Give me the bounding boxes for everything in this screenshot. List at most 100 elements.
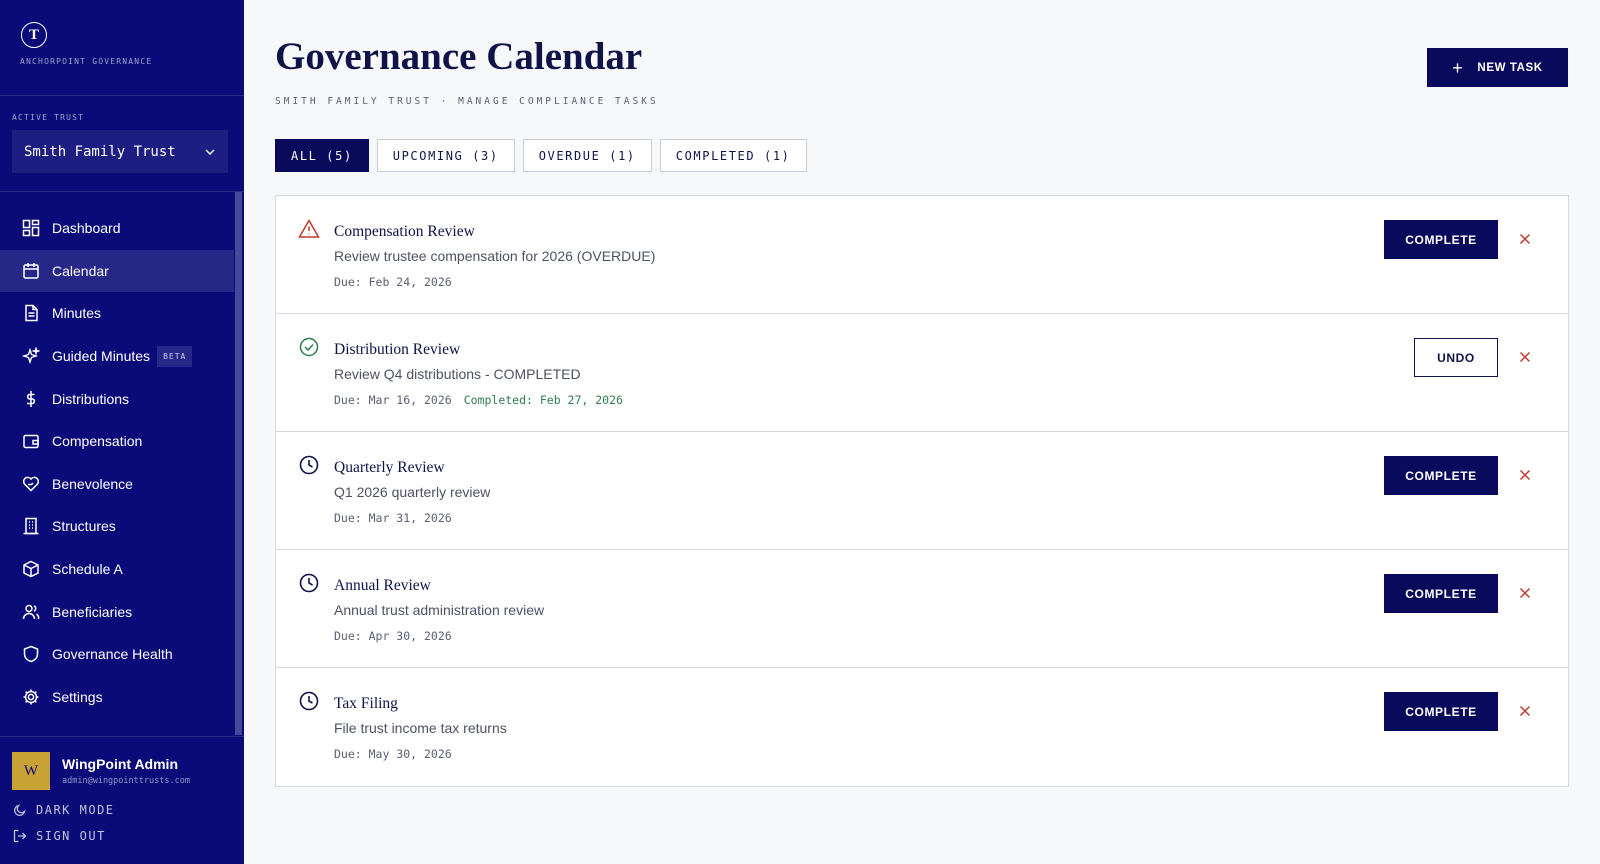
task-description: File trust income tax returns <box>334 720 507 736</box>
close-icon <box>1519 469 1531 481</box>
sidebar-item-settings[interactable]: Settings <box>0 676 234 719</box>
filter-all[interactable]: ALL (5) <box>275 139 369 172</box>
filter-tabs: ALL (5) UPCOMING (3) OVERDUE (1) COMPLET… <box>275 139 815 172</box>
delete-button[interactable] <box>1514 346 1536 368</box>
complete-button[interactable]: COMPLETE <box>1384 692 1498 731</box>
trust-selector-value: Smith Family Trust <box>24 143 176 160</box>
task-completed-date: Completed: Feb 27, 2026 <box>463 393 623 407</box>
close-icon <box>1519 351 1531 363</box>
page-subtitle: SMITH FAMILY TRUST · MANAGE COMPLIANCE T… <box>275 96 659 107</box>
close-icon <box>1519 587 1531 599</box>
new-task-button[interactable]: + NEW TASK <box>1427 48 1568 87</box>
calendar-icon <box>21 261 41 281</box>
task-row: Distribution Review Review Q4 distributi… <box>276 314 1568 432</box>
wallet-icon <box>21 431 41 451</box>
task-description: Review Q4 distributions - COMPLETED <box>334 366 581 382</box>
close-icon <box>1519 233 1531 245</box>
delete-button[interactable] <box>1514 700 1536 722</box>
complete-button[interactable]: COMPLETE <box>1384 456 1498 495</box>
moon-icon <box>12 802 28 818</box>
sidebar-item-benevolence[interactable]: Benevolence <box>0 463 234 506</box>
task-due-text: Due: Mar 16, 2026 <box>334 393 452 407</box>
task-title: Distribution Review <box>334 341 461 358</box>
warning-icon <box>298 218 320 238</box>
task-title: Tax Filing <box>334 695 398 712</box>
trust-selector[interactable]: Smith Family Trust <box>12 130 228 173</box>
sidebar-item-distributions[interactable]: Distributions <box>0 377 234 420</box>
sidebar-item-dashboard[interactable]: Dashboard <box>0 207 234 250</box>
logo-icon[interactable]: T <box>21 22 47 48</box>
heart-hand-icon <box>21 474 41 494</box>
sidebar-item-structures[interactable]: Structures <box>0 505 234 548</box>
sidebar-item-label: Guided Minutes <box>52 348 151 365</box>
clock-icon <box>299 573 319 593</box>
undo-button[interactable]: UNDO <box>1414 338 1498 377</box>
delete-button[interactable] <box>1514 582 1536 604</box>
new-task-label: NEW TASK <box>1477 61 1543 74</box>
user-email: admin@wingpointtrusts.com <box>62 776 190 786</box>
delete-button[interactable] <box>1514 228 1536 250</box>
gear-icon <box>21 687 41 707</box>
active-trust-block: ACTIVE TRUST Smith Family Trust <box>0 96 244 192</box>
task-due-date: Due: Feb 24, 2026 <box>334 275 452 289</box>
sidebar-item-label: Compensation <box>52 433 143 450</box>
dark-mode-label: DARK MODE <box>36 803 115 817</box>
sidebar-item-label: Settings <box>52 688 103 705</box>
close-icon <box>1519 705 1531 717</box>
task-title: Annual Review <box>334 577 431 594</box>
sign-out-button[interactable]: SIGN OUT <box>12 828 244 844</box>
filter-overdue[interactable]: OVERDUE (1) <box>522 139 652 172</box>
sidebar-item-label: Beneficiaries <box>52 603 133 620</box>
beta-badge: BETA <box>157 345 193 367</box>
shield-icon <box>21 644 41 664</box>
sidebar-item-minutes[interactable]: Minutes <box>0 292 234 335</box>
clock-icon <box>299 455 319 475</box>
building-icon <box>21 516 41 536</box>
task-list: Compensation Review Review trustee compe… <box>275 195 1569 787</box>
task-due-date: Due: Apr 30, 2026 <box>334 629 452 643</box>
document-icon <box>21 303 41 323</box>
sidebar-item-calendar[interactable]: Calendar <box>0 249 234 293</box>
sidebar-scrollbar[interactable] <box>235 192 242 735</box>
user-block: W WingPoint Admin admin@wingpointtrusts.… <box>0 736 244 864</box>
sidebar-item-beneficiaries[interactable]: Beneficiaries <box>0 590 234 633</box>
filter-completed[interactable]: COMPLETED (1) <box>659 139 807 172</box>
sidebar-item-label: Schedule A <box>52 561 123 578</box>
task-due-date: Due: Mar 31, 2026 <box>334 511 452 525</box>
sign-out-label: SIGN OUT <box>36 829 106 843</box>
delete-button[interactable] <box>1514 464 1536 486</box>
sidebar-item-label: Structures <box>52 518 116 535</box>
users-icon <box>21 602 41 622</box>
task-description: Q1 2026 quarterly review <box>334 484 491 500</box>
sparkle-icon <box>21 346 41 366</box>
task-description: Review trustee compensation for 2026 (OV… <box>334 248 656 264</box>
user-profile[interactable]: W WingPoint Admin admin@wingpointtrusts.… <box>12 752 244 790</box>
dark-mode-toggle[interactable]: DARK MODE <box>12 802 244 818</box>
complete-button[interactable]: COMPLETE <box>1384 220 1498 259</box>
sign-out-icon <box>12 828 28 844</box>
filter-upcoming[interactable]: UPCOMING (3) <box>376 139 515 172</box>
sidebar-item-label: Calendar <box>52 262 109 279</box>
sidebar-item-label: Dashboard <box>52 220 121 237</box>
task-description: Annual trust administration review <box>334 602 545 618</box>
brand: T ANCHORPOINT GOVERNANCE <box>0 0 244 96</box>
clock-icon <box>299 691 319 711</box>
sidebar-item-label: Distributions <box>52 390 130 407</box>
sidebar: T ANCHORPOINT GOVERNANCE ACTIVE TRUST Sm… <box>0 0 244 864</box>
chevron-down-icon <box>205 149 215 155</box>
sidebar-item-schedule-a[interactable]: Schedule A <box>0 548 234 591</box>
task-row: Quarterly Review Q1 2026 quarterly revie… <box>276 432 1568 550</box>
sidebar-item-label: Benevolence <box>52 475 133 492</box>
brand-name: ANCHORPOINT GOVERNANCE <box>20 57 153 66</box>
task-row: Annual Review Annual trust administratio… <box>276 550 1568 668</box>
task-due-date: Due: May 30, 2026 <box>334 747 452 761</box>
sidebar-item-compensation[interactable]: Compensation <box>0 420 234 463</box>
check-circle-icon <box>299 337 319 357</box>
complete-button[interactable]: COMPLETE <box>1384 574 1498 613</box>
dashboard-icon <box>21 218 41 238</box>
user-name: WingPoint Admin <box>62 756 178 772</box>
avatar: W <box>12 752 50 790</box>
sidebar-item-governance-health[interactable]: Governance Health <box>0 633 234 676</box>
task-row: Compensation Review Review trustee compe… <box>276 196 1568 314</box>
sidebar-item-guided-minutes[interactable]: Guided Minutes BETA <box>0 335 234 378</box>
